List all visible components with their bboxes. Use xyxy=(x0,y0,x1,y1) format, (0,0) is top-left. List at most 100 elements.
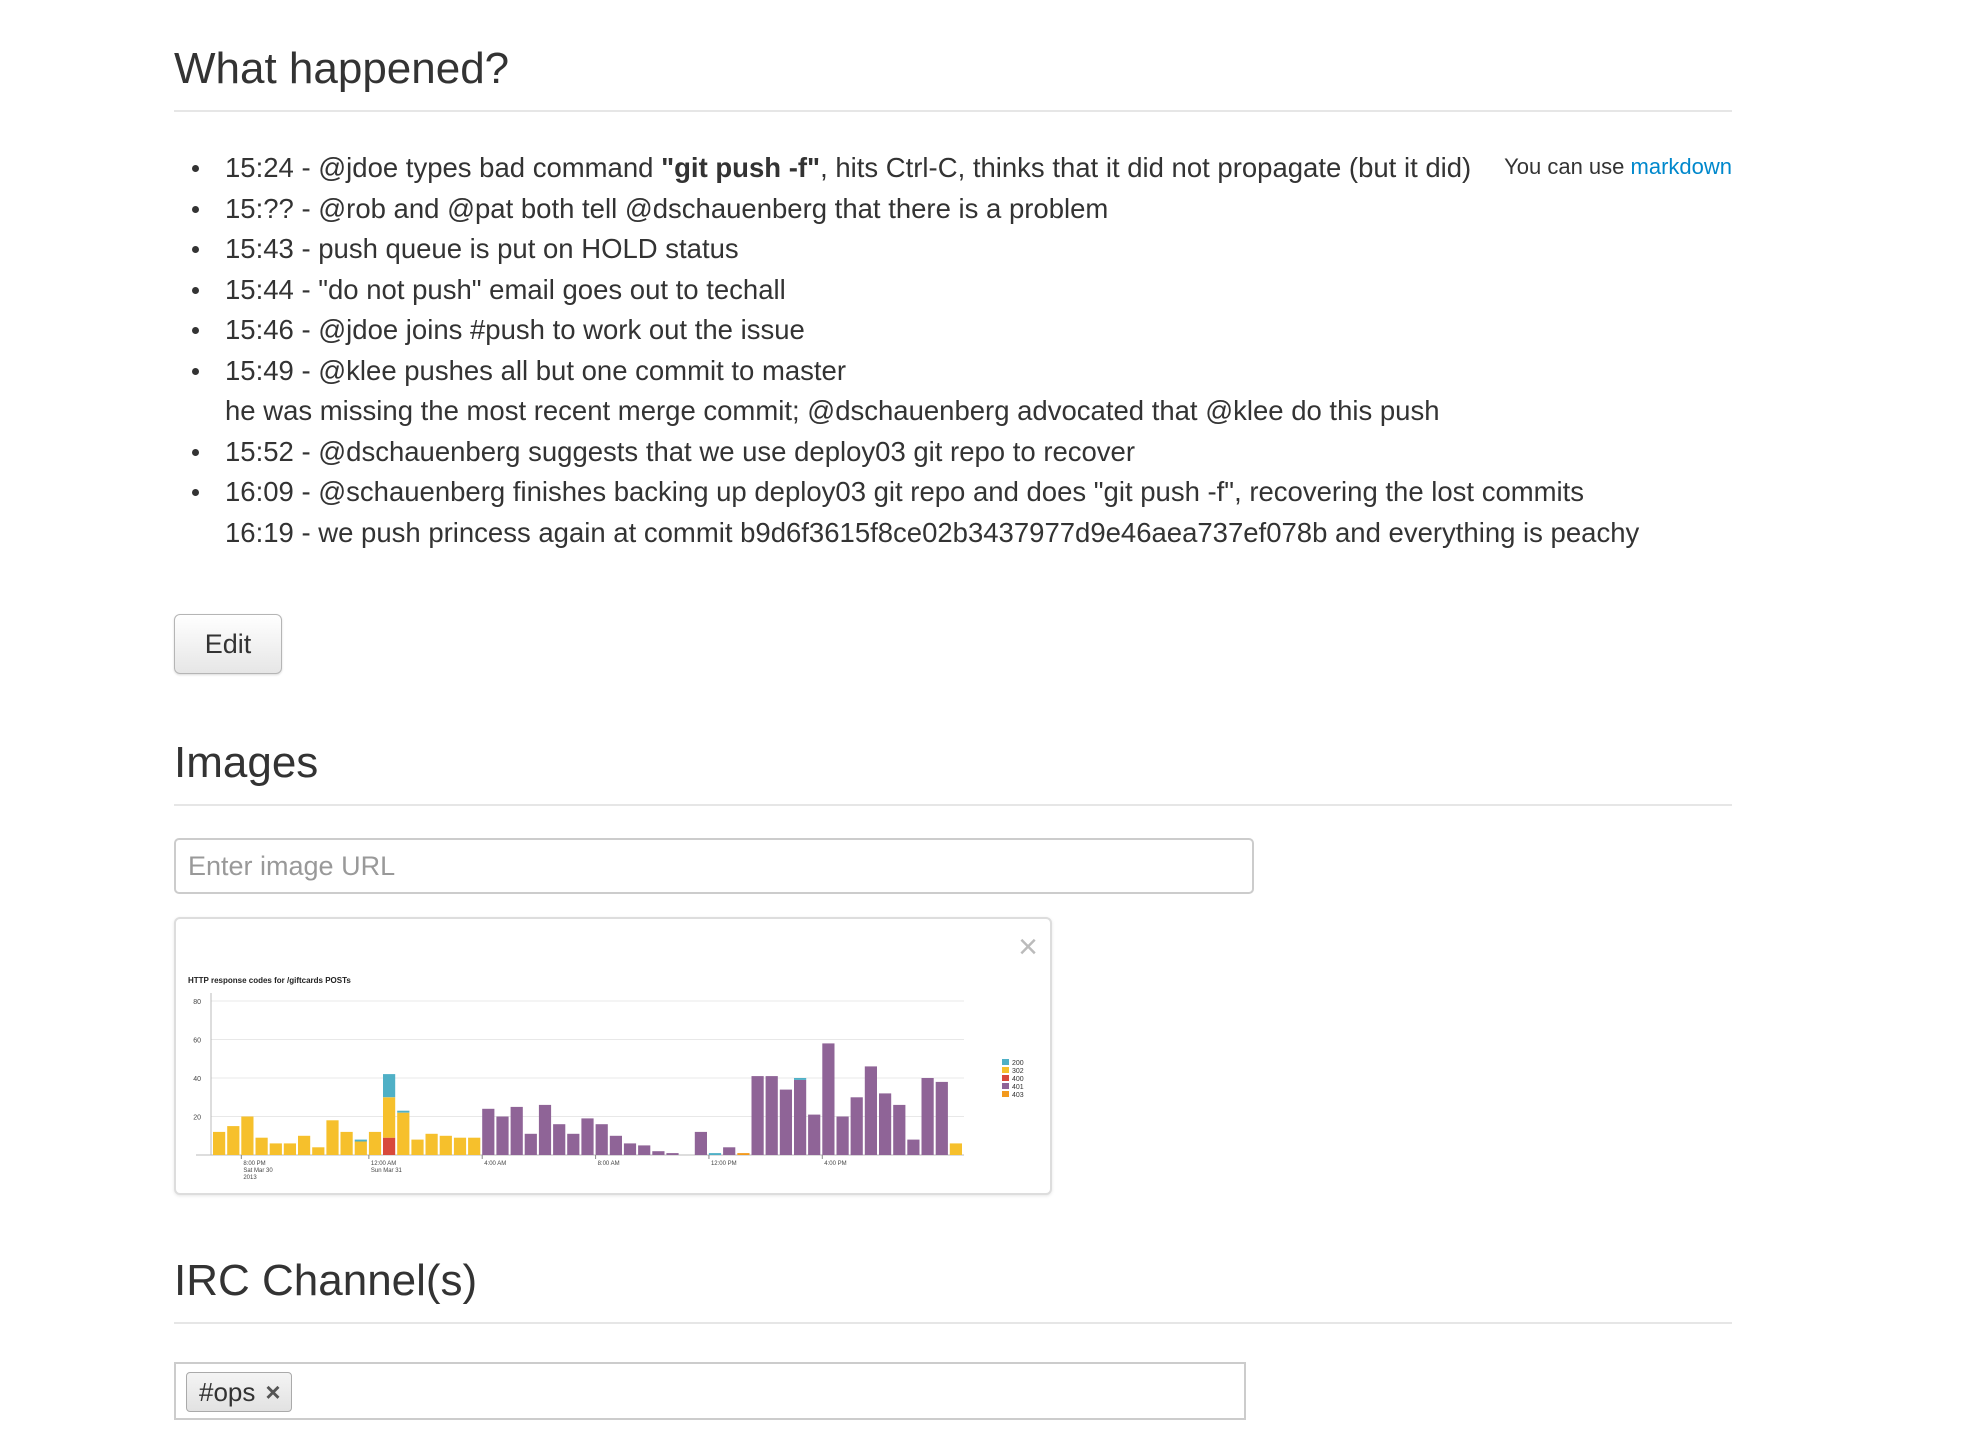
event-command: "git push -f" xyxy=(661,152,821,183)
bar-segment-200 xyxy=(708,1153,722,1155)
y-tick-label: 40 xyxy=(193,1076,201,1083)
bar-segment-401 xyxy=(652,1151,665,1155)
bar-segment-302 xyxy=(411,1139,424,1155)
event-continuation: he was missing the most recent merge com… xyxy=(225,395,1440,426)
event-item: 16:09 - @schauenberg finishes backing up… xyxy=(174,472,1674,513)
remove-tag-icon[interactable]: × xyxy=(265,1373,280,1411)
x-tick-label: 12:00 PM xyxy=(711,1161,737,1167)
bar-segment-401 xyxy=(553,1124,566,1155)
legend-swatch xyxy=(1002,1059,1009,1065)
event-timeline: 15:24 - @jdoe types bad command "git pus… xyxy=(174,148,1674,553)
event-item: 15:49 - @klee pushes all but one commit … xyxy=(174,351,1674,392)
bar-segment-401 xyxy=(482,1108,495,1155)
bar-segment-302 xyxy=(255,1137,268,1155)
bar-segment-401 xyxy=(794,1079,807,1155)
bar-segment-401 xyxy=(893,1104,906,1155)
irc-section: IRC Channel(s) xyxy=(174,1256,1732,1324)
bar-segment-200 xyxy=(383,1074,396,1098)
y-tick-label: 20 xyxy=(193,1115,201,1122)
x-tick-label: 8:00 PM xyxy=(243,1161,265,1167)
bar-segment-401 xyxy=(638,1145,651,1155)
bar-segment-401 xyxy=(723,1147,736,1155)
legend-swatch xyxy=(1002,1067,1009,1073)
bar-segment-401 xyxy=(864,1066,877,1155)
x-tick-label: 2013 xyxy=(243,1175,257,1181)
what-happened-heading: What happened? xyxy=(174,44,1732,112)
image-thumbnail: × HTTP response codes for /giftcards POS… xyxy=(174,917,1052,1195)
legend-label: 400 xyxy=(1012,1076,1024,1083)
bar-segment-403 xyxy=(737,1153,750,1155)
irc-heading: IRC Channel(s) xyxy=(174,1256,1732,1324)
bar-segment-302 xyxy=(283,1143,296,1155)
bar-segment-401 xyxy=(524,1133,537,1155)
bar-segment-401 xyxy=(765,1076,778,1155)
bar-segment-401 xyxy=(808,1114,821,1155)
bar-segment-401 xyxy=(907,1139,920,1155)
bar-segment-401 xyxy=(538,1104,552,1155)
bar-segment-302 xyxy=(383,1097,396,1138)
x-tick-label: 4:00 PM xyxy=(824,1161,846,1167)
bar-segment-401 xyxy=(595,1124,608,1155)
bar-segment-302 xyxy=(241,1116,254,1155)
bar-segment-302 xyxy=(949,1143,962,1155)
bar-segment-401 xyxy=(694,1131,707,1155)
bar-segment-401 xyxy=(567,1133,580,1155)
legend-swatch xyxy=(1002,1075,1009,1081)
x-tick-label: Sat Mar 30 xyxy=(243,1168,273,1174)
legend-swatch xyxy=(1002,1091,1009,1097)
chart-title: HTTP response codes for /giftcards POSTs xyxy=(188,976,351,985)
bar-segment-302 xyxy=(468,1137,481,1155)
bar-segment-302 xyxy=(298,1135,311,1156)
legend-label: 401 xyxy=(1012,1084,1024,1091)
channel-tag-label: #ops xyxy=(199,1377,256,1407)
bar-segment-401 xyxy=(581,1118,594,1155)
what-happened-section: What happened? xyxy=(174,44,1732,112)
event-text: 15:24 - @jdoe types bad command xyxy=(225,152,662,183)
event-item: 15:24 - @jdoe types bad command "git pus… xyxy=(174,148,1655,189)
x-tick-label: Sun Mar 31 xyxy=(371,1168,403,1174)
bar-segment-302 xyxy=(354,1141,367,1155)
response-codes-chart: HTTP response codes for /giftcards POSTs… xyxy=(188,976,1024,1181)
x-tick-label: 4:00 AM xyxy=(484,1161,506,1167)
x-tick-label: 8:00 AM xyxy=(598,1161,620,1167)
bar-segment-401 xyxy=(779,1089,792,1155)
bar-segment-302 xyxy=(312,1147,325,1155)
bar-segment-200 xyxy=(397,1110,410,1113)
bar-segment-302 xyxy=(227,1126,240,1155)
bar-segment-401 xyxy=(850,1097,863,1156)
legend-label: 403 xyxy=(1012,1092,1024,1099)
legend-label: 302 xyxy=(1012,1068,1024,1075)
bar-segment-302 xyxy=(326,1120,339,1155)
bar-segment-401 xyxy=(822,1043,835,1155)
bar-segment-200 xyxy=(354,1139,367,1142)
image-url-input[interactable] xyxy=(174,838,1254,894)
bar-segment-401 xyxy=(751,1076,764,1155)
images-heading: Images xyxy=(174,738,1732,806)
event-item: 15:43 - push queue is put on HOLD status xyxy=(174,229,1674,270)
event-continuation: 16:19 - we push princess again at commit… xyxy=(225,516,1640,548)
bar-segment-302 xyxy=(453,1137,467,1155)
bar-segment-401 xyxy=(836,1116,849,1155)
legend-swatch xyxy=(1002,1083,1009,1089)
bar-segment-302 xyxy=(439,1135,452,1156)
event-item: 15:52 - @dschauenberg suggests that we u… xyxy=(174,432,1674,473)
event-item: 15:44 - "do not push" email goes out to … xyxy=(174,270,1674,311)
bar-segment-302 xyxy=(425,1133,438,1155)
edit-button[interactable]: Edit xyxy=(174,614,282,674)
bar-segment-302 xyxy=(368,1131,382,1155)
irc-channel-input[interactable]: #ops × xyxy=(174,1362,1246,1420)
bar-segment-302 xyxy=(269,1143,282,1155)
y-tick-label: 60 xyxy=(193,1038,201,1045)
images-section: Images xyxy=(174,738,1732,806)
bar-segment-401 xyxy=(921,1078,934,1155)
bar-segment-401 xyxy=(666,1153,679,1155)
bar-segment-400 xyxy=(383,1137,396,1155)
y-tick-label: 80 xyxy=(193,999,201,1006)
bar-segment-200 xyxy=(794,1078,807,1080)
bar-segment-401 xyxy=(879,1093,892,1155)
channel-tag: #ops × xyxy=(186,1372,292,1412)
legend-label: 200 xyxy=(1012,1060,1024,1067)
bar-segment-302 xyxy=(397,1112,410,1155)
bar-segment-302 xyxy=(213,1131,226,1155)
x-tick-label: 12:00 AM xyxy=(371,1161,396,1167)
